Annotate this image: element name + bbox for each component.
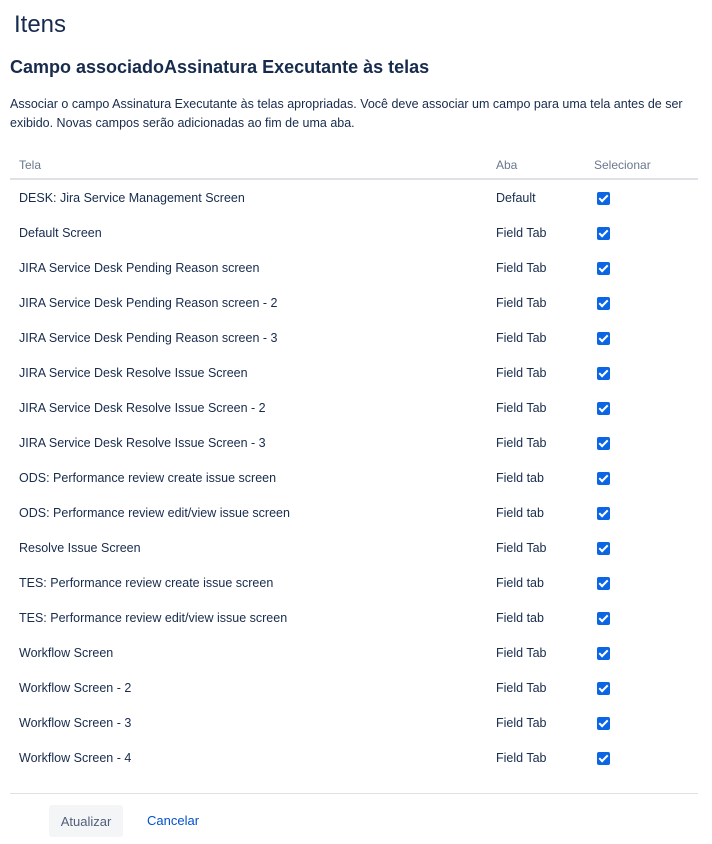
select-cell — [585, 740, 698, 775]
select-checkbox[interactable] — [597, 261, 610, 275]
table-row: JIRA Service Desk Pending Reason screen … — [10, 320, 698, 355]
table-header-row: Tela Aba Selecionar — [10, 152, 698, 180]
select-cell — [585, 670, 698, 705]
screen-name-cell: Resolve Issue Screen — [19, 540, 141, 555]
table-row: Workflow Screen Field Tab — [10, 635, 698, 670]
screen-name-cell: ODS: Performance review edit/view issue … — [19, 505, 290, 520]
screen-name-cell: JIRA Service Desk Resolve Issue Screen -… — [19, 435, 266, 450]
tab-name-cell: Field Tab — [496, 645, 547, 660]
column-header-screen: Tela — [10, 152, 487, 180]
screen-name-cell: JIRA Service Desk Pending Reason screen … — [19, 330, 278, 345]
column-header-tab: Aba — [487, 152, 585, 180]
tab-name-cell: Field Tab — [496, 540, 547, 555]
screen-name-cell: Workflow Screen - 3 — [19, 715, 132, 730]
table-row: Workflow Screen - 3 Field Tab — [10, 705, 698, 740]
table-row: JIRA Service Desk Resolve Issue Screen -… — [10, 425, 698, 460]
select-checkbox[interactable] — [597, 401, 610, 415]
select-cell — [585, 635, 698, 670]
select-checkbox[interactable] — [597, 751, 610, 765]
tab-name-cell: Default — [496, 190, 536, 205]
tab-name-cell: Field Tab — [496, 400, 547, 415]
tab-name-cell: Field Tab — [496, 225, 547, 240]
select-cell — [585, 705, 698, 740]
select-cell — [585, 530, 698, 565]
select-cell — [585, 600, 698, 635]
tab-name-cell: Field tab — [496, 610, 544, 625]
screen-name-cell: TES: Performance review create issue scr… — [19, 575, 274, 590]
screen-name-cell: JIRA Service Desk Pending Reason screen — [19, 260, 260, 275]
table-row: ODS: Performance review edit/view issue … — [10, 495, 698, 530]
tab-name-cell: Field Tab — [496, 365, 547, 380]
select-checkbox[interactable] — [597, 681, 610, 695]
select-cell — [585, 285, 698, 320]
select-checkbox[interactable] — [597, 506, 610, 520]
select-checkbox[interactable] — [597, 611, 610, 625]
select-checkbox[interactable] — [597, 366, 610, 380]
screen-name-cell: Workflow Screen — [19, 645, 114, 660]
table-row: TES: Performance review create issue scr… — [10, 565, 698, 600]
tab-name-cell: Field Tab — [496, 750, 547, 765]
select-cell — [585, 390, 698, 425]
description-text: Associar o campo Assinatura Executante à… — [10, 97, 683, 130]
tab-name-cell: Field Tab — [496, 260, 547, 275]
select-cell — [585, 425, 698, 460]
section-title: Campo associadoAssinatura Executante às … — [10, 57, 430, 77]
screen-name-cell: Workflow Screen - 4 — [19, 750, 132, 765]
screen-name-cell: DESK: Jira Service Management Screen — [19, 190, 245, 205]
page-title: Itens — [14, 11, 67, 38]
select-checkbox[interactable] — [597, 541, 610, 555]
select-cell — [585, 179, 698, 215]
table-row: ODS: Performance review create issue scr… — [10, 460, 698, 495]
screen-name-cell: JIRA Service Desk Resolve Issue Screen -… — [19, 400, 266, 415]
screens-table: Tela Aba Selecionar DESK: Jira Service M… — [10, 152, 698, 775]
table-row: DESK: Jira Service Management Screen Defa… — [10, 179, 698, 215]
select-checkbox[interactable] — [597, 471, 610, 485]
select-checkbox[interactable] — [597, 716, 610, 730]
cancel-link[interactable]: Cancelar — [147, 813, 199, 828]
select-checkbox[interactable] — [597, 331, 610, 345]
screen-name-cell: TES: Performance review edit/view issue … — [19, 610, 288, 625]
table-row: JIRA Service Desk Pending Reason screen … — [10, 285, 698, 320]
screen-name-cell: ODS: Performance review create issue scr… — [19, 470, 277, 485]
select-cell — [585, 215, 698, 250]
select-cell — [585, 320, 698, 355]
tab-name-cell: Field Tab — [496, 715, 547, 730]
select-checkbox[interactable] — [597, 576, 610, 590]
select-cell — [585, 250, 698, 285]
screen-name-cell: JIRA Service Desk Pending Reason screen … — [19, 295, 278, 310]
tab-name-cell: Field Tab — [496, 435, 547, 450]
update-button[interactable]: Atualizar — [49, 805, 123, 837]
select-checkbox[interactable] — [597, 646, 610, 660]
table-body: DESK: Jira Service Management Screen Defa… — [10, 179, 698, 775]
select-checkbox[interactable] — [597, 226, 610, 240]
screen-name-cell: Workflow Screen - 2 — [19, 680, 132, 695]
select-cell — [585, 495, 698, 530]
table-row: Default Screen Field Tab — [10, 215, 698, 250]
table-row: Resolve Issue Screen Field Tab — [10, 530, 698, 565]
screen-name-cell: Default Screen — [19, 225, 102, 240]
select-cell — [585, 355, 698, 390]
tab-name-cell: Field tab — [496, 575, 544, 590]
tab-name-cell: Field Tab — [496, 330, 547, 345]
select-cell — [585, 565, 698, 600]
footer-divider — [10, 793, 698, 794]
screen-name-cell: JIRA Service Desk Resolve Issue Screen — [19, 365, 248, 380]
select-cell — [585, 460, 698, 495]
select-checkbox[interactable] — [597, 436, 610, 450]
table-row: TES: Performance review edit/view issue … — [10, 600, 698, 635]
table-row: JIRA Service Desk Resolve Issue Screen Fi… — [10, 355, 698, 390]
table-row: Workflow Screen - 2 Field Tab — [10, 670, 698, 705]
tab-name-cell: Field Tab — [496, 295, 547, 310]
select-checkbox[interactable] — [597, 296, 610, 310]
tab-name-cell: Field tab — [496, 505, 544, 520]
select-checkbox[interactable] — [597, 191, 610, 205]
tab-name-cell: Field tab — [496, 470, 544, 485]
table-row: JIRA Service Desk Pending Reason screen F… — [10, 250, 698, 285]
tab-name-cell: Field Tab — [496, 680, 547, 695]
table-row: JIRA Service Desk Resolve Issue Screen -… — [10, 390, 698, 425]
table-row: Workflow Screen - 4 Field Tab — [10, 740, 698, 775]
column-header-select: Selecionar — [585, 152, 698, 180]
